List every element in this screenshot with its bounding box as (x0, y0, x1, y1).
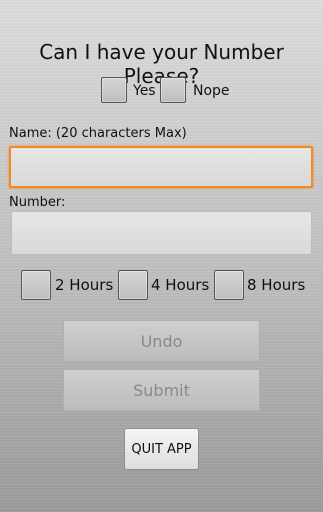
hours-8-checkbox[interactable] (214, 270, 244, 300)
quit-app-button[interactable]: QUIT APP (124, 428, 199, 470)
name-input[interactable] (9, 146, 313, 188)
yes-label: Yes (133, 83, 156, 99)
name-field-label: Name: (20 characters Max) (9, 126, 187, 141)
yes-checkbox[interactable] (101, 77, 127, 103)
submit-button[interactable]: Submit (63, 369, 260, 411)
undo-button[interactable]: Undo (63, 320, 260, 362)
hours-4-label: 4 Hours (151, 276, 210, 294)
hours-8-label: 8 Hours (247, 276, 306, 294)
hours-2-label: 2 Hours (55, 276, 114, 294)
number-input[interactable] (11, 211, 312, 255)
number-field-label: Number: (9, 195, 66, 210)
hours-2-checkbox[interactable] (21, 270, 51, 300)
nope-checkbox[interactable] (160, 77, 186, 103)
hours-4-checkbox[interactable] (118, 270, 148, 300)
nope-label: Nope (193, 83, 230, 99)
